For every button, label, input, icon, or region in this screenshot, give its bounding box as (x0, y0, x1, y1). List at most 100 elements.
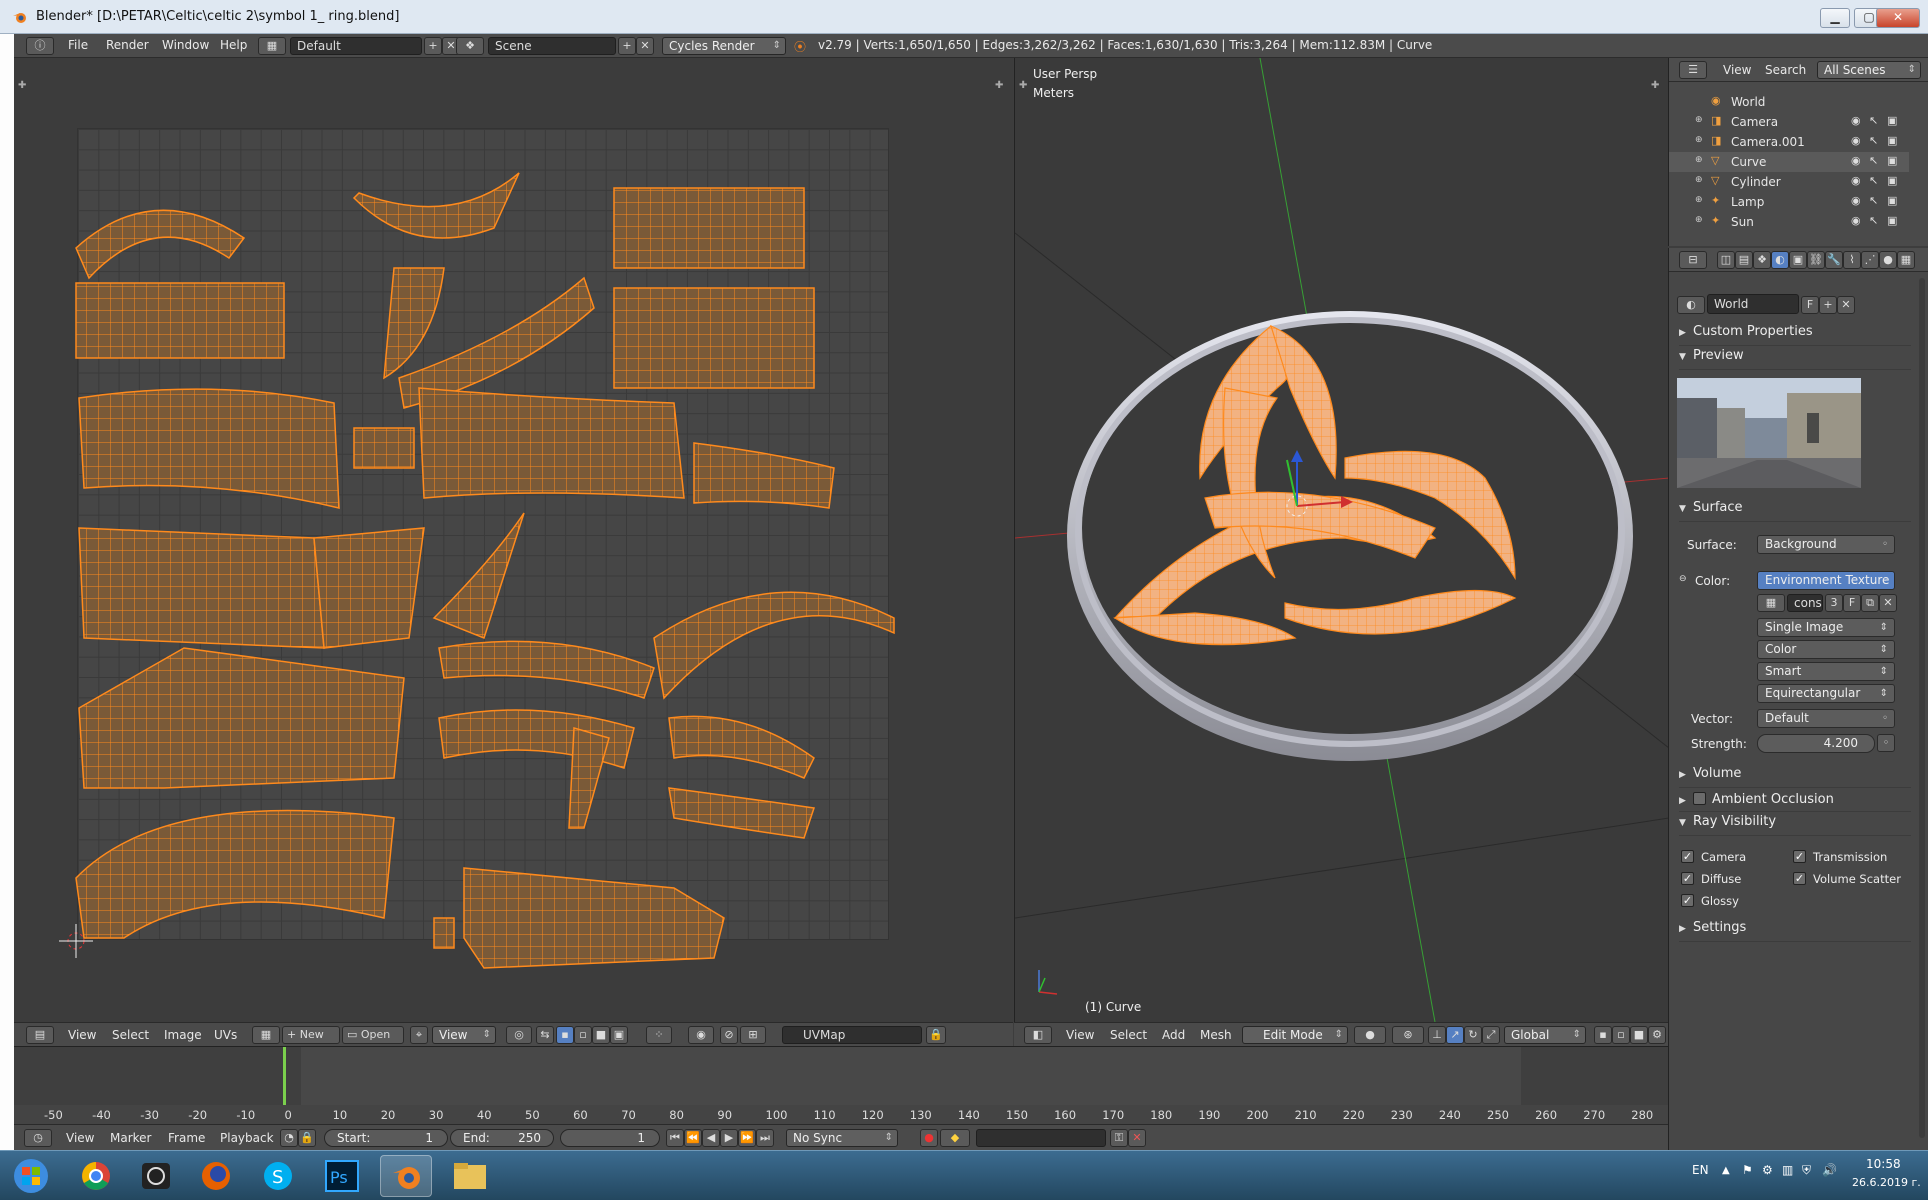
proportional-edit-icon[interactable]: ◉ (688, 1026, 714, 1044)
timeline-menu-frame[interactable]: Frame (168, 1131, 205, 1145)
viewport-menu-select[interactable]: Select (1110, 1028, 1147, 1042)
timeline-ruler[interactable] (14, 1105, 1668, 1125)
texture-tab-icon[interactable]: ▦ (1897, 251, 1915, 269)
open-image-button[interactable]: ▭ Open (342, 1026, 404, 1044)
outliner-item[interactable]: ◉ World (1669, 92, 1909, 112)
insert-keyframe-icon[interactable]: ⚿ (1110, 1129, 1128, 1147)
editor-type-3d-icon[interactable]: ◧ (1024, 1026, 1052, 1044)
image-pack-icon[interactable]: ⧉ (1861, 594, 1879, 612)
image-unlink-icon[interactable]: ✕ (1879, 594, 1897, 612)
snap-icon[interactable]: ⊘ (720, 1026, 738, 1044)
editor-type-outliner-icon[interactable]: ☰ (1679, 61, 1707, 79)
area-corner-icon[interactable]: ✚ (995, 80, 1003, 91)
file-explorer-taskbar-icon[interactable] (444, 1155, 496, 1197)
snap-element-icon[interactable]: ⊞ (740, 1026, 766, 1044)
image-browse-icon[interactable]: ▦ (1757, 594, 1785, 612)
manipulator-icon[interactable]: ⊥ (1428, 1026, 1446, 1044)
world-browse-icon[interactable]: ◐ (1677, 296, 1705, 314)
section-volume[interactable]: ▶ Volume (1679, 766, 1911, 788)
physics-tab-icon[interactable]: ⋰ (1861, 251, 1879, 269)
expand-icon[interactable]: ⊕ (1695, 215, 1703, 225)
ambient-occlusion-checkbox[interactable] (1693, 792, 1706, 805)
render-tab-icon[interactable]: ◫ (1717, 251, 1735, 269)
uv-islands[interactable] (14, 58, 1013, 1022)
clock-time[interactable]: 10:58 (1866, 1157, 1901, 1171)
editor-type-info-icon[interactable]: ⓘ (26, 37, 54, 55)
timeline-current-frame-marker[interactable] (283, 1047, 287, 1105)
surface-dropdown[interactable]: Background ◦ (1757, 535, 1895, 554)
jump-start-icon[interactable]: ⏮ (666, 1129, 684, 1147)
unity-taskbar-icon[interactable] (130, 1155, 182, 1197)
expand-icon[interactable]: ⊕ (1695, 175, 1703, 185)
edge-select-icon[interactable]: ▫ (574, 1026, 592, 1044)
timeline-menu-marker[interactable]: Marker (110, 1131, 151, 1145)
area-corner-icon[interactable]: ✚ (1651, 80, 1659, 91)
layers-tab-icon[interactable]: ▤ (1735, 251, 1753, 269)
scene-render[interactable] (1015, 58, 1668, 1022)
timeline-menu-view[interactable]: View (66, 1131, 94, 1145)
uv-menu-image[interactable]: Image (164, 1028, 202, 1042)
socket-icon[interactable]: ⊖ (1679, 574, 1687, 584)
jump-keyframe-back-icon[interactable]: ⏪ (684, 1129, 702, 1147)
occlude-geometry-icon[interactable]: ⚙ (1648, 1026, 1666, 1044)
object-tab-icon[interactable]: ▣ (1789, 251, 1807, 269)
skype-taskbar-icon[interactable]: S (252, 1155, 304, 1197)
color-node-dropdown[interactable]: Environment Texture ◦ (1757, 571, 1895, 590)
outliner-item[interactable]: ◨ Camera ⊕ ◉ ↖ ▣ (1669, 112, 1909, 132)
selectable-cursor-icon[interactable]: ↖ (1869, 194, 1878, 207)
remove-scene-button[interactable]: ✕ (636, 37, 654, 55)
sticky-select-icon[interactable]: ⁘ (646, 1026, 672, 1044)
jump-end-icon[interactable]: ⏭ (756, 1129, 774, 1147)
menu-window[interactable]: Window (162, 38, 209, 52)
timeline[interactable]: -50 -40 -30 -20 -10 0 10 20 30 40 50 60 70 80 90 100 110… (14, 1046, 1668, 1125)
chrome-taskbar-icon[interactable] (70, 1155, 122, 1197)
tray-expand-icon[interactable]: ▲ (1722, 1165, 1730, 1176)
image-source-dropdown[interactable]: Single Image ⇕ (1757, 618, 1895, 637)
constraints-tab-icon[interactable]: ⛓ (1807, 251, 1825, 269)
image-name-field[interactable]: cons (1787, 594, 1823, 612)
selectable-cursor-icon[interactable]: ↖ (1869, 214, 1878, 227)
delete-keyframe-icon[interactable]: ✕ (1128, 1129, 1146, 1147)
uv-menu-select[interactable]: Select (112, 1028, 149, 1042)
volume-icon[interactable]: 🔊 (1822, 1163, 1837, 1177)
face-mode-icon[interactable]: ■ (1630, 1026, 1648, 1044)
rv-camera-checkbox[interactable]: ✓ (1681, 850, 1694, 863)
sync-dropdown[interactable]: No Sync (786, 1129, 898, 1147)
strength-field[interactable]: 4.200 (1757, 734, 1875, 753)
outliner-item[interactable]: ✦ Lamp ⊕ ◉ ↖ ▣ (1669, 192, 1909, 212)
translate-manipulator-icon[interactable]: ↗ (1446, 1026, 1464, 1044)
vertex-select-icon[interactable]: ▪ (556, 1026, 574, 1044)
network-icon[interactable]: ▥ (1782, 1163, 1793, 1177)
outliner-menu-view[interactable]: View (1723, 63, 1751, 77)
editor-type-timeline-icon[interactable]: ◷ (24, 1129, 52, 1147)
uvmap-field[interactable]: UVMap (782, 1026, 922, 1044)
end-frame-field[interactable]: End: 250 (450, 1129, 554, 1147)
outliner-item[interactable]: ▽ Cylinder ⊕ ◉ ↖ ▣ (1669, 172, 1909, 192)
vertex-mode-icon[interactable]: ▪ (1594, 1026, 1612, 1044)
fake-user-button[interactable]: F (1801, 296, 1819, 314)
renderable-camera-icon[interactable]: ▣ (1887, 214, 1897, 227)
edge-mode-icon[interactable]: ▫ (1612, 1026, 1630, 1044)
section-custom-properties[interactable]: ▶ Custom Properties (1679, 324, 1911, 346)
security-icon[interactable]: ⛨ (1802, 1163, 1811, 1178)
close-button[interactable]: ✕ (1876, 8, 1920, 28)
properties-scrollbar[interactable] (1919, 278, 1925, 1138)
visibility-eye-icon[interactable]: ◉ (1851, 134, 1861, 147)
interpolation-dropdown[interactable]: Smart ⇕ (1757, 662, 1895, 681)
scene-field[interactable]: Scene (488, 37, 616, 55)
viewport-menu-mesh[interactable]: Mesh (1200, 1028, 1232, 1042)
play-reverse-icon[interactable]: ◀ (702, 1129, 720, 1147)
pivot-point-icon[interactable]: ⊛ (1392, 1026, 1424, 1044)
expand-icon[interactable]: ⊕ (1695, 195, 1703, 205)
mode-dropdown[interactable]: Edit Mode (1242, 1026, 1348, 1044)
view-mode-dropdown[interactable]: View (432, 1026, 496, 1044)
lock-range-icon[interactable]: 🔒 (298, 1129, 316, 1147)
visibility-eye-icon[interactable]: ◉ (1851, 214, 1861, 227)
rv-glossy-checkbox[interactable]: ✓ (1681, 894, 1694, 907)
screen-layout-icon[interactable]: ▦ (258, 37, 286, 55)
uv-menu-uvs[interactable]: UVs (214, 1028, 237, 1042)
new-world-button[interactable]: + (1819, 296, 1837, 314)
rv-transmission-checkbox[interactable]: ✓ (1793, 850, 1806, 863)
outliner-menu-search[interactable]: Search (1765, 63, 1806, 77)
selectable-cursor-icon[interactable]: ↖ (1869, 134, 1878, 147)
